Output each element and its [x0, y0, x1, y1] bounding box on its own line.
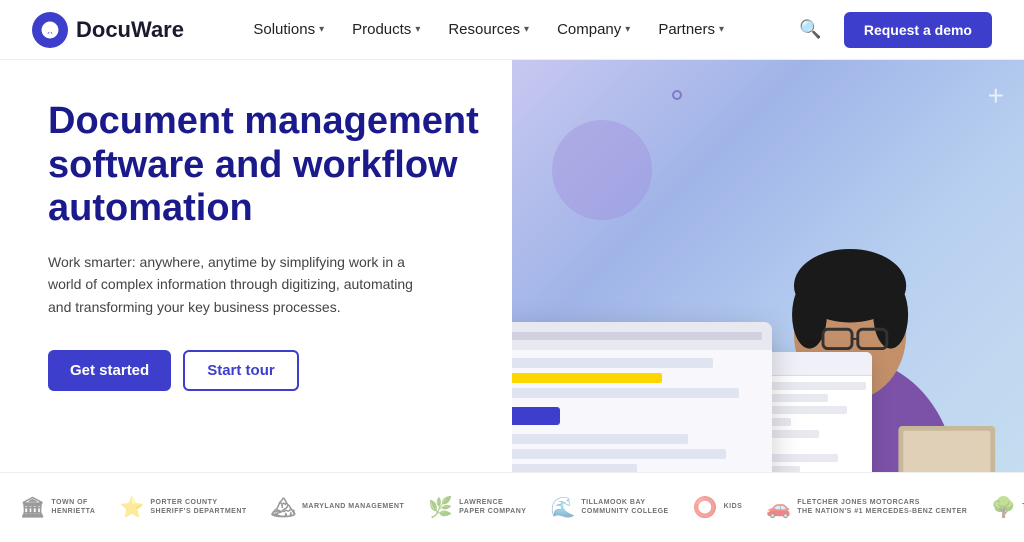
get-started-button[interactable]: Get started	[48, 350, 171, 391]
ui-content-row	[512, 358, 713, 368]
partner-logos-section: 🏛 TOWN OFHENRIETTA ⭐ Porter CountySherif…	[0, 472, 1024, 542]
logo[interactable]: DocuWare	[32, 12, 184, 48]
url-bar	[512, 332, 762, 340]
lawrence-label: LAWRENCEPAPER COMPANY	[459, 499, 526, 516]
tillamook-icon: 🌊	[550, 495, 575, 520]
hero-right: +	[512, 60, 1024, 542]
chevron-down-icon: ▾	[524, 24, 529, 35]
ui-content-row	[512, 434, 688, 444]
tillamook-label: TILLAMOOK BAYCommunity College	[581, 499, 668, 516]
lawrence-icon: 🌿	[428, 495, 453, 520]
maryland-label: Maryland Management	[302, 503, 404, 511]
fletcher-icon: 🚗	[766, 495, 791, 520]
kids-icon: ⭕	[693, 495, 718, 520]
cta-buttons: Get started Start tour	[48, 350, 480, 391]
ui-topbar	[512, 322, 772, 350]
logo-lawrence: 🌿 LAWRENCEPAPER COMPANY	[428, 495, 526, 520]
search-icon: 🔍	[799, 19, 821, 39]
hero-subtitle: Work smarter: anywhere, anytime by simpl…	[48, 251, 428, 318]
oakfield-icon: 🌳	[991, 495, 1016, 520]
henrietta-icon: 🏛	[20, 495, 45, 520]
chevron-down-icon: ▾	[625, 24, 630, 35]
search-button[interactable]: 🔍	[793, 13, 827, 46]
hero-left: Document management software and workflo…	[0, 60, 512, 542]
nav-products[interactable]: Products ▾	[340, 13, 432, 46]
logo-kids: ⭕ kids	[693, 495, 743, 520]
request-demo-button[interactable]: Request a demo	[844, 12, 992, 48]
kids-label: kids	[724, 503, 743, 511]
nav-company[interactable]: Company ▾	[545, 13, 642, 46]
chevron-down-icon: ▾	[719, 24, 724, 35]
logo-icon	[32, 12, 68, 48]
ui-content-row	[512, 388, 739, 398]
main-content: Document management software and workflo…	[0, 60, 1024, 542]
header-actions: 🔍 Request a demo	[793, 12, 992, 48]
logo-tillamook: 🌊 TILLAMOOK BAYCommunity College	[550, 495, 668, 520]
ui-content-row	[512, 449, 726, 459]
fletcher-label: FLETCHER JONES MOTORCARSTHE NATION'S #1 …	[797, 499, 967, 516]
maryland-icon: 🏔	[271, 495, 296, 520]
hero-title: Document management software and workflo…	[48, 100, 480, 231]
logo-text: DocuWare	[76, 17, 184, 43]
nav-resources[interactable]: Resources ▾	[436, 13, 541, 46]
sheriffs-label: Porter CountySheriff's Department	[150, 499, 246, 516]
logo-sheriffs: ⭐ Porter CountySheriff's Department	[119, 495, 246, 520]
chevron-down-icon: ▾	[415, 24, 420, 35]
ui-badge	[512, 407, 560, 425]
site-header: DocuWare Solutions ▾ Products ▾ Resource…	[0, 0, 1024, 60]
main-nav: Solutions ▾ Products ▾ Resources ▾ Compa…	[241, 13, 736, 46]
ui-highlight-row	[512, 373, 662, 383]
sheriffs-icon: ⭐	[119, 495, 144, 520]
logo-fletcher: 🚗 FLETCHER JONES MOTORCARSTHE NATION'S #…	[766, 495, 967, 520]
nav-solutions[interactable]: Solutions ▾	[241, 13, 336, 46]
logo-oakfield: 🌳 Town of Oakfield	[991, 495, 1024, 520]
start-tour-button[interactable]: Start tour	[183, 350, 299, 391]
logo-maryland: 🏔 Maryland Management	[271, 495, 405, 520]
logo-henrietta: 🏛 TOWN OFHENRIETTA	[20, 495, 95, 520]
henrietta-label: TOWN OFHENRIETTA	[51, 499, 95, 516]
nav-partners[interactable]: Partners ▾	[646, 13, 736, 46]
circle-decoration-large	[552, 120, 652, 220]
docuware-logo-svg	[40, 20, 60, 40]
chevron-down-icon: ▾	[319, 24, 324, 35]
